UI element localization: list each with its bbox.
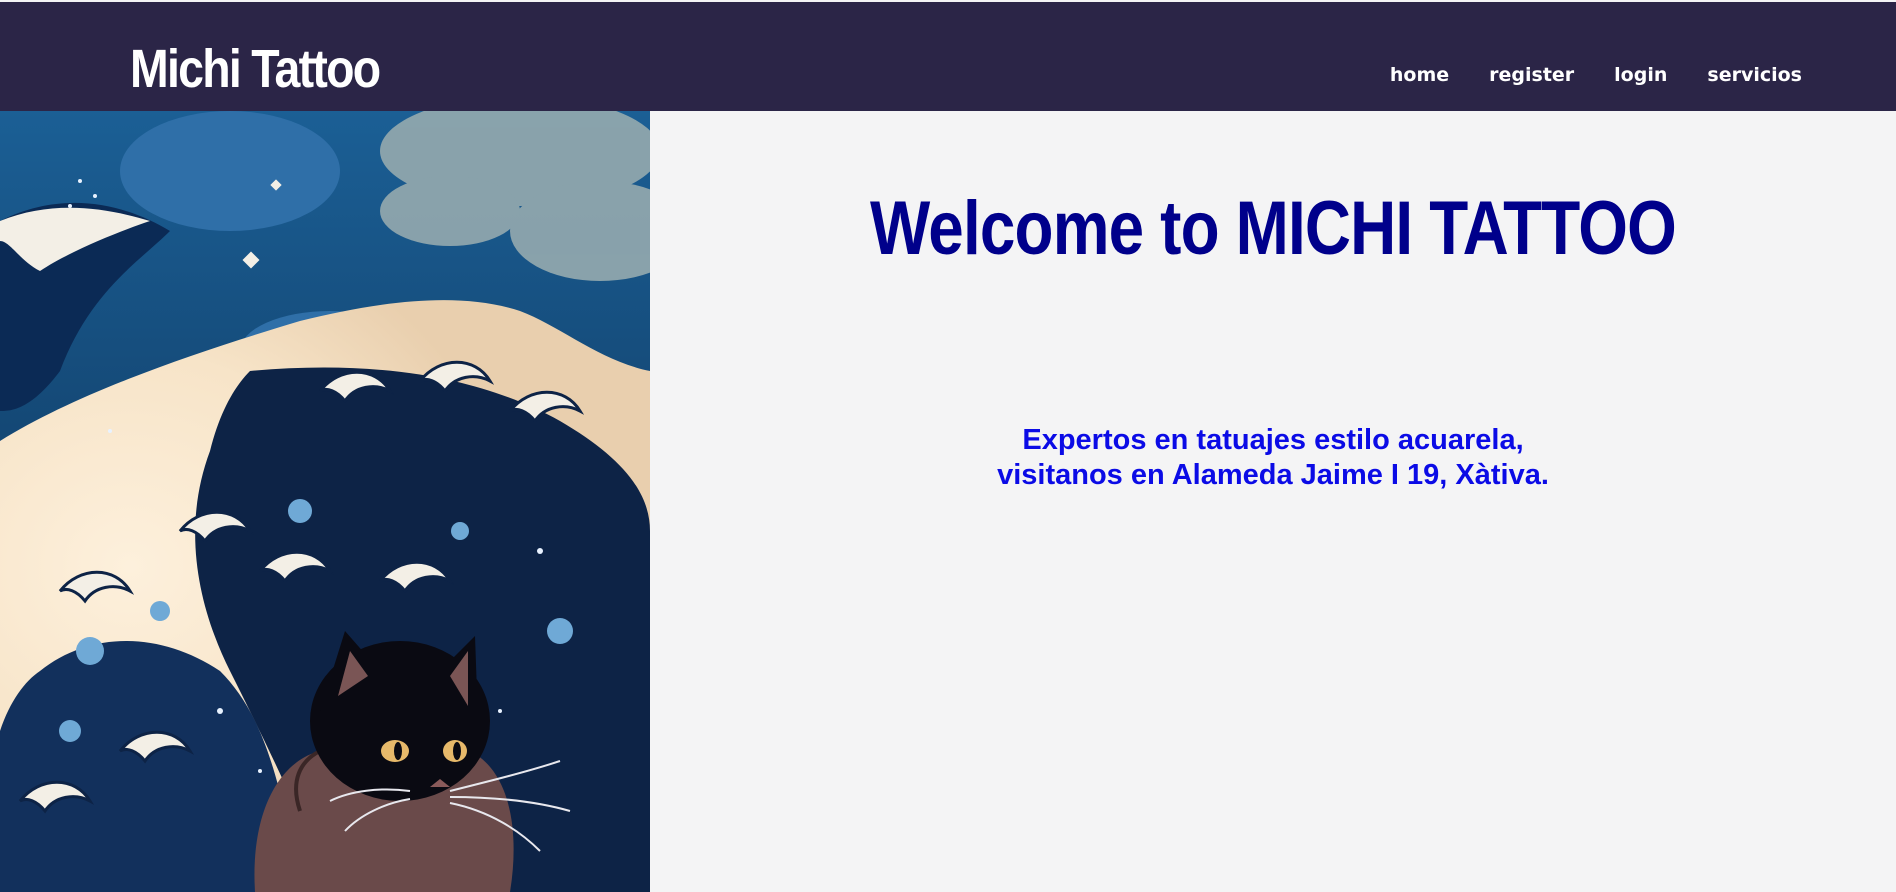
nav-register-link[interactable]: register: [1489, 64, 1574, 86]
main-nav: home register login servicios: [1390, 64, 1802, 86]
hero-illustration-cat-waves: [0, 111, 650, 892]
nav-login-link[interactable]: login: [1614, 64, 1667, 86]
top-navbar: Michi Tattoo home register login servici…: [0, 2, 1896, 111]
welcome-panel: Welcome to MICHI TATTOO Expertos en tatu…: [650, 111, 1896, 892]
brand-logo[interactable]: Michi Tattoo: [130, 38, 381, 100]
wave-cat-illustration: [0, 111, 650, 892]
page-subtitle: Expertos en tatuajes estilo acuarela, vi…: [997, 424, 1549, 491]
page-title: Welcome to MICHI TATTOO: [870, 186, 1677, 271]
nav-home-link[interactable]: home: [1390, 64, 1449, 86]
nav-servicios-link[interactable]: servicios: [1707, 64, 1802, 86]
